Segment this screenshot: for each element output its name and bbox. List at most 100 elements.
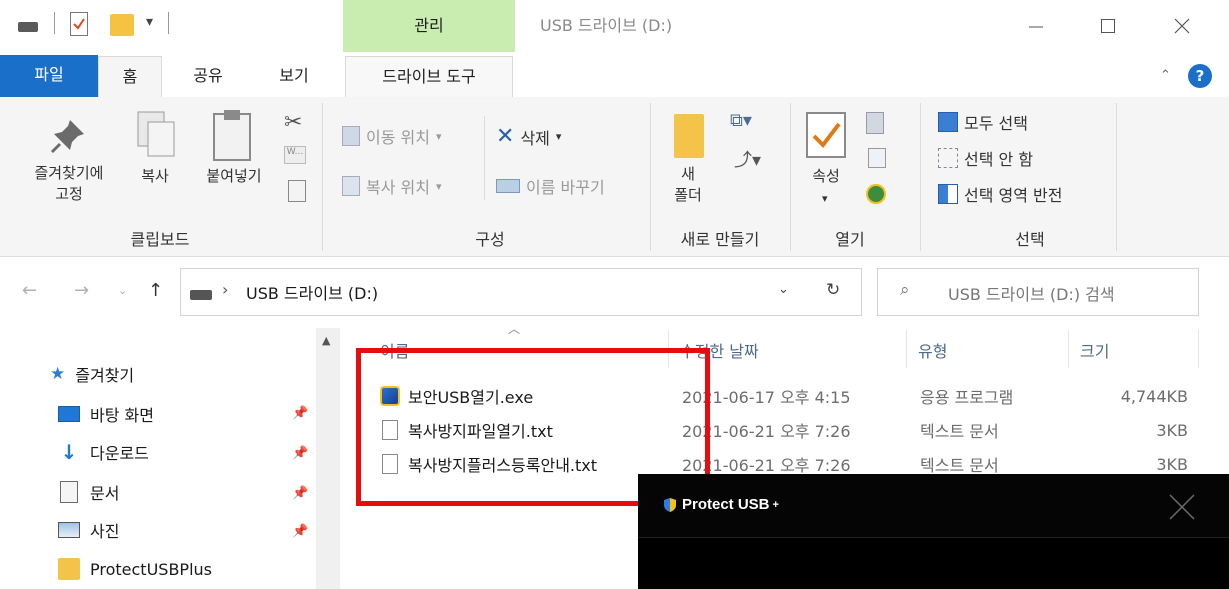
- select-none-button[interactable]: 선택 안 함: [938, 146, 1033, 170]
- nav-item-label: ProtectUSBPlus: [90, 559, 212, 579]
- nav-item-label: 다운로드: [90, 444, 149, 463]
- nav-item-documents[interactable]: 문서: [58, 480, 119, 504]
- invert-selection-button[interactable]: 선택 영역 반전: [938, 182, 1063, 206]
- nav-item-protectusbplus[interactable]: ProtectUSBPlus: [58, 558, 212, 580]
- delete-label: 삭제: [520, 128, 550, 148]
- tab-share[interactable]: 공유: [178, 56, 238, 96]
- pin-to-quick-access-button[interactable]: 즐겨찾기에 고정: [10, 163, 128, 205]
- invert-selection-icon: [938, 184, 958, 204]
- rename-label: 이름 바꾸기: [526, 178, 605, 197]
- group-separator: [322, 103, 323, 251]
- protect-usb-title-plus: +: [772, 498, 779, 511]
- breadcrumb-current[interactable]: USB 드라이브 (D:): [246, 280, 378, 304]
- pin-icon: [48, 116, 88, 156]
- column-separator[interactable]: [906, 330, 907, 368]
- group-separator: [1116, 103, 1117, 251]
- customize-toolbar-icon[interactable]: ▾: [146, 14, 153, 30]
- easy-access-icon[interactable]: ⤴▾: [734, 146, 761, 172]
- breadcrumb-separator-icon: ›: [222, 280, 229, 299]
- pin-icon[interactable]: 📌: [292, 524, 308, 539]
- copy-button[interactable]: 복사: [132, 166, 178, 187]
- pin-label-line1: 즐겨찾기에: [34, 164, 104, 182]
- open-group-label: 열기: [835, 230, 865, 249]
- file-size: 3KB: [1156, 420, 1188, 440]
- open-icon[interactable]: [866, 112, 884, 134]
- copy-path-icon[interactable]: W...: [284, 146, 306, 164]
- cut-icon[interactable]: ✂: [284, 110, 302, 135]
- pin-label-line2: 고정: [55, 185, 83, 203]
- folder-icon: [58, 558, 80, 580]
- column-header-type[interactable]: 유형: [918, 338, 947, 362]
- forward-arrow-icon[interactable]: →: [74, 280, 89, 301]
- documents-icon: [60, 481, 78, 503]
- select-all-button[interactable]: 모두 선택: [938, 110, 1028, 134]
- shield-icon: [664, 497, 676, 512]
- back-arrow-icon[interactable]: ←: [22, 280, 37, 301]
- new-item-icon[interactable]: ⧉▾: [730, 110, 752, 131]
- column-separator[interactable]: [1198, 330, 1199, 368]
- move-to-label: 이동 위치: [366, 128, 430, 147]
- organize-group-label: 구성: [475, 230, 505, 249]
- download-icon: ↓: [60, 440, 78, 464]
- new-folder-label-line1: 새: [681, 165, 695, 183]
- delete-button[interactable]: ✕ 삭제 ▾: [496, 124, 561, 149]
- nav-item-label: 문서: [90, 484, 120, 503]
- column-header-size[interactable]: 크기: [1080, 338, 1109, 362]
- scroll-up-icon[interactable]: ▲: [322, 334, 330, 347]
- protect-usb-title: Protect USB +: [664, 496, 779, 513]
- group-separator: [920, 103, 921, 251]
- toolbar-divider: [168, 12, 169, 34]
- search-placeholder[interactable]: USB 드라이브 (D:) 검색: [948, 281, 1115, 305]
- pictures-icon: [58, 522, 80, 538]
- nav-item-label: 사진: [90, 522, 120, 541]
- close-button[interactable]: [1152, 6, 1212, 46]
- nav-item-downloads[interactable]: ↓ 다운로드: [58, 440, 149, 464]
- refresh-icon[interactable]: ↻: [826, 280, 840, 300]
- nav-quick-access[interactable]: ★ 즐겨찾기: [50, 362, 134, 386]
- tab-file[interactable]: 파일: [0, 55, 98, 97]
- invert-selection-label: 선택 영역 반전: [964, 186, 1063, 205]
- copy-to-button[interactable]: 복사 위치 ▾: [342, 174, 442, 198]
- properties-button[interactable]: 속성: [798, 166, 854, 187]
- pin-icon[interactable]: 📌: [292, 486, 308, 501]
- recent-locations-icon[interactable]: ⌄: [118, 284, 127, 297]
- tab-drive-tools[interactable]: 드라이브 도구: [345, 56, 513, 99]
- nav-item-desktop[interactable]: 바탕 화면: [58, 402, 154, 426]
- tab-home[interactable]: 홈: [98, 56, 162, 99]
- file-type: 응용 프로그램: [920, 388, 1014, 407]
- file-size: 3KB: [1156, 454, 1188, 474]
- collapse-ribbon-icon[interactable]: ⌃: [1160, 68, 1171, 83]
- column-separator[interactable]: [1068, 330, 1069, 368]
- window-title: USB 드라이브 (D:): [540, 16, 673, 35]
- delete-x-icon: ✕: [496, 124, 515, 149]
- nav-item-pictures[interactable]: 사진: [58, 518, 119, 542]
- select-all-label: 모두 선택: [964, 114, 1028, 133]
- move-to-button[interactable]: 이동 위치 ▾: [342, 124, 442, 148]
- select-group-label: 선택: [1015, 230, 1045, 249]
- paste-shortcut-icon[interactable]: [288, 180, 306, 202]
- pin-icon[interactable]: 📌: [292, 406, 308, 421]
- maximize-button[interactable]: [1078, 6, 1138, 46]
- new-folder-quick-icon[interactable]: [110, 14, 134, 36]
- paste-icon: [210, 108, 254, 162]
- history-icon[interactable]: [866, 184, 886, 204]
- protect-usb-close-icon[interactable]: [1165, 490, 1199, 524]
- minimize-button[interactable]: [1006, 6, 1066, 46]
- pin-icon[interactable]: 📌: [292, 446, 308, 461]
- properties-quick-icon[interactable]: [70, 12, 88, 36]
- address-dropdown-icon[interactable]: ⌄: [778, 282, 789, 297]
- edit-icon[interactable]: [868, 148, 886, 168]
- desktop-icon: [58, 406, 80, 422]
- rename-button[interactable]: 이름 바꾸기: [496, 174, 605, 198]
- drive-icon: [190, 290, 212, 300]
- tab-view[interactable]: 보기: [264, 56, 324, 96]
- group-separator: [790, 103, 791, 251]
- manage-context-tab[interactable]: 관리: [343, 12, 515, 36]
- up-arrow-icon[interactable]: ↑: [148, 280, 163, 301]
- chevron-down-icon[interactable]: ▾: [822, 192, 828, 205]
- new-folder-button[interactable]: 새 폴더: [664, 164, 712, 206]
- rename-icon: [496, 179, 520, 193]
- help-icon[interactable]: ?: [1188, 64, 1212, 88]
- paste-button[interactable]: 붙여넣기: [192, 166, 276, 187]
- nav-scrollbar[interactable]: [316, 328, 340, 589]
